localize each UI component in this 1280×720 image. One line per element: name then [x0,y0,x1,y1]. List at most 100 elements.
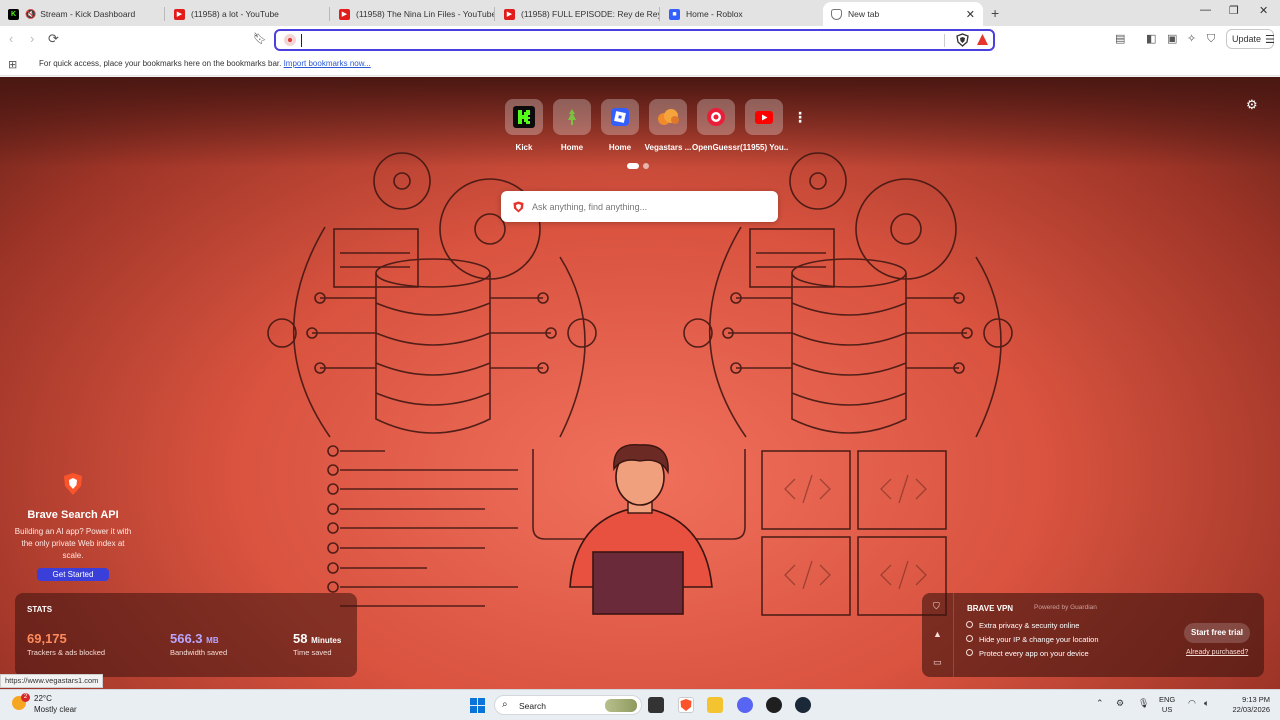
wallet-icon[interactable]: ▣ [1167,32,1177,46]
youtube-icon: ▶ [174,8,185,20]
close-tab-icon[interactable]: ✕ [966,8,975,21]
tab-youtube-3[interactable]: ▶ (11958) FULL EPISODE: Rey de Reyes [496,2,660,26]
tab-title: (11958) FULL EPISODE: Rey de Reyes [521,9,660,19]
top-site-youtube[interactable]: (11955) You... [740,99,788,152]
tray-app-icon[interactable]: ⚙ [1116,698,1124,709]
wifi-icon[interactable]: ◠ [1188,698,1196,709]
tab-title: Stream - Kick Dashboard [40,9,136,19]
vpn-icon[interactable]: ⛉ [1207,32,1215,46]
vpn-feature: Hide your IP & change your location [966,635,1099,644]
start-free-trial-button[interactable]: Start free trial [1184,623,1250,643]
tab-title: New tab [848,9,880,19]
tab-new-tab[interactable]: New tab ✕ [823,2,983,26]
time-label: Time saved [293,648,332,657]
tab-kick[interactable]: K 🔇 Stream - Kick Dashboard [0,2,165,26]
roblox-icon: ■ [669,8,680,20]
bandwidth-label: Bandwidth saved [170,648,228,657]
sidebar-icon[interactable]: ◧ [1146,32,1156,46]
tab-youtube-2[interactable]: ▶ (11958) The Nina Lin Files - YouTube [331,2,495,26]
restore-icon[interactable]: ❐ [1229,4,1239,17]
update-button[interactable]: Update ☰ [1226,29,1275,49]
bandwidth-value: 566.3 [170,631,203,646]
back-icon[interactable]: ‹ [9,32,13,46]
tab-search-icon[interactable]: ▤ [1115,32,1125,46]
already-purchased-link[interactable]: Already purchased? [1186,649,1248,656]
bookmark-icon[interactable]: 🔖︎ [253,32,267,46]
pager-dot[interactable] [643,163,649,169]
youtube-icon: ▶ [504,8,515,20]
time-value: 58 [293,631,308,646]
youtube-icon: ▶ [339,8,350,20]
tab-youtube-1[interactable]: ▶ (11958) a lot - YouTube [166,2,330,26]
brave-vpn-widget: ⛉ ▲ ▭ BRAVE VPN Powered by Guardian Extr… [922,593,1264,677]
top-site-label: OpenGuessr [692,143,740,152]
top-site-vegastars[interactable]: Vegastars ... [644,99,692,152]
stat-time: 58 Minutes Time saved [293,631,341,657]
vpn-powered-by: Powered by Guardian [1034,604,1097,611]
top-site-home-1[interactable]: Home [548,99,596,152]
stat-bandwidth: 566.3 MB Bandwidth saved [170,631,227,657]
address-bar[interactable] [274,29,995,51]
top-site-roblox[interactable]: Home [596,99,644,152]
get-started-button[interactable]: Get Started [37,568,109,581]
brave-search-api-card: Brave Search API Building an AI app? Pow… [12,472,134,581]
tray-overflow-icon[interactable]: ⌃ [1096,698,1104,709]
kick-icon: K [8,8,19,20]
new-tab-button[interactable]: + [991,5,999,21]
microphone-icon[interactable]: 🎙︎ [1138,698,1149,709]
vpn-feature: Protect every app on your device [966,649,1089,658]
muted-audio-icon[interactable]: 🔇 [25,9,36,20]
discord-icon[interactable] [737,697,753,713]
home-icon [568,109,576,125]
brave-lion-icon [64,473,82,495]
reload-icon[interactable]: ⟳ [48,32,59,46]
minimize-icon[interactable]: — [1200,4,1211,16]
top-site-kick[interactable]: Kick [500,99,548,152]
top-site-openguessr[interactable]: OpenGuessr [692,99,740,152]
brave-search-icon [513,201,524,213]
tab-roblox[interactable]: ■ Home - Roblox [661,2,819,26]
roblox-icon [611,108,629,126]
file-explorer-icon[interactable] [707,697,723,713]
new-tab-page: Kick Home Home Vegastars ... OpenGuessr … [0,77,1280,689]
tab-strip: K 🔇 Stream - Kick Dashboard ▶ (11958) a … [0,0,1280,26]
brave-shields-icon[interactable] [956,33,969,47]
site-info-icon[interactable] [284,34,296,46]
leo-ai-icon[interactable]: ✧ [1187,32,1196,46]
language-indicator[interactable]: ENG US [1159,695,1175,715]
cards-icon[interactable]: ▭ [933,657,942,668]
rewards-triangle-icon[interactable]: ▲ [933,629,942,639]
import-bookmarks-link[interactable]: Import bookmarks now... [284,59,371,68]
windows-taskbar: 2 22°C Mostly clear ⌕ Search ⌃ ⚙ 🎙︎ ENG … [0,689,1280,720]
top-site-label: (11955) You... [740,143,788,152]
vpn-shield-icon[interactable]: ⛉ [933,601,940,612]
stat-trackers: 69,175 Trackers & ads blocked [27,631,105,657]
obs-icon[interactable] [766,697,782,713]
task-view-icon[interactable] [648,697,664,713]
clock-time: 9:13 PM [1242,695,1270,704]
steam-icon[interactable] [795,697,811,713]
more-options-icon[interactable]: ⋮ [793,109,807,126]
settings-gear-icon[interactable]: ⚙ [1246,97,1258,113]
top-site-label: Vegastars ... [644,143,692,152]
pager-dot[interactable] [627,163,639,169]
clock[interactable]: 9:13 PM 22/03/2026 [1226,695,1270,715]
top-site-label: Home [608,143,632,152]
weather-temp: 22°C [34,694,52,703]
bandwidth-unit: MB [206,636,219,645]
top-site-label: Kick [515,143,533,152]
brave-browser-icon[interactable] [678,697,694,713]
apps-grid-icon[interactable]: ⊞ [8,58,17,71]
person-illustration [569,444,713,615]
trackers-value: 69,175 [27,631,67,646]
tab-title: (11958) a lot - YouTube [191,9,279,19]
close-window-icon[interactable]: ✕ [1259,4,1268,17]
volume-icon[interactable]: 🔈︎ [1204,698,1209,709]
forward-icon[interactable]: › [30,32,34,46]
taskbar-search[interactable]: ⌕ Search [494,695,642,715]
brave-shield-icon [831,8,842,20]
brave-rewards-icon[interactable] [976,33,989,46]
search-box[interactable]: Ask anything, find anything... [501,191,778,222]
bookmarks-hint: For quick access, place your bookmarks h… [39,59,282,68]
windows-start-icon[interactable] [470,698,485,713]
